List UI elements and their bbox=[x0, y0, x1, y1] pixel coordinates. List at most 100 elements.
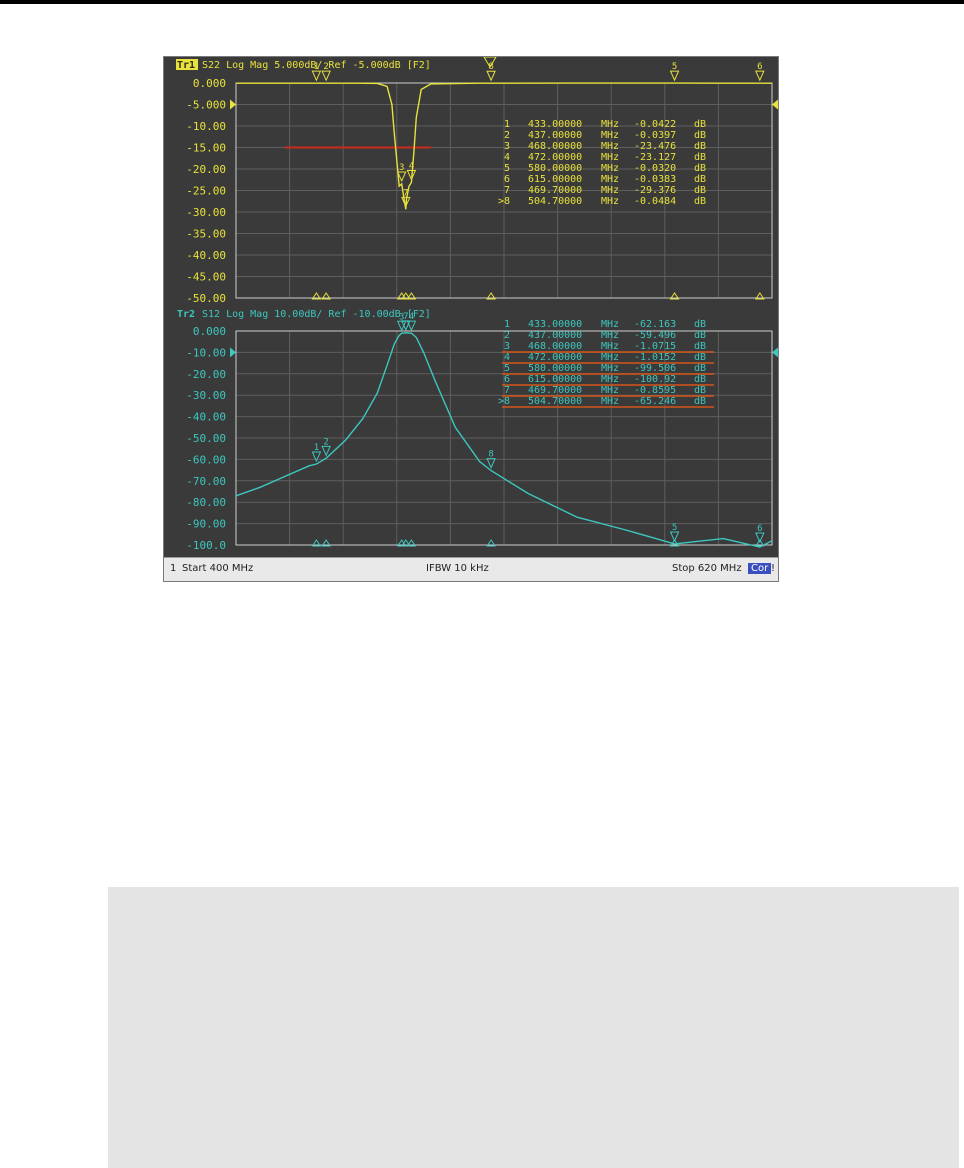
marker-table-index: >8 bbox=[498, 196, 510, 207]
marker-table-unit: MHz bbox=[601, 319, 619, 330]
reference-right-marker bbox=[772, 99, 778, 110]
marker-table-unit: MHz bbox=[601, 374, 619, 385]
marker-point-triangle bbox=[321, 445, 331, 457]
marker-table-index: 6 bbox=[504, 174, 510, 185]
stop-frequency[interactable]: Stop 620 MHz bbox=[672, 563, 742, 574]
marker-point-label: 6 bbox=[757, 524, 762, 534]
marker-table-frequency: 468.00000 bbox=[528, 141, 582, 152]
marker-table-unit: MHz bbox=[601, 363, 619, 374]
marker-table-value: -0.0397 bbox=[634, 130, 676, 141]
marker-table-frequency: 504.70000 bbox=[528, 396, 582, 407]
marker-table-index: 2 bbox=[504, 330, 510, 341]
marker-table-unit: MHz bbox=[601, 141, 619, 152]
y-tick-label: -90.00 bbox=[186, 518, 226, 531]
start-frequency[interactable]: Start 400 MHz bbox=[182, 563, 253, 574]
y-tick-label: -20.00 bbox=[186, 163, 226, 176]
y-tick-label: 0.000 bbox=[193, 325, 226, 338]
marker-table-value-unit: dB bbox=[694, 363, 706, 374]
y-tick-label: -50.00 bbox=[186, 292, 226, 305]
marker-point-label: 5 bbox=[672, 62, 677, 72]
marker-table-value-unit: dB bbox=[694, 130, 706, 141]
y-tick-label: -35.00 bbox=[186, 228, 226, 241]
note-box bbox=[108, 887, 959, 1168]
marker-point-triangle bbox=[486, 70, 496, 82]
marker-table-frequency: 468.00000 bbox=[528, 341, 582, 352]
marker-point-label: 8 bbox=[488, 62, 493, 72]
marker-table-index: 1 bbox=[504, 119, 510, 130]
vna-screen: 0.000 -5.000 -10.00 -15.00 -20.00 -25.00 -30.0… bbox=[163, 56, 779, 582]
marker-table-value: -23.127 bbox=[634, 152, 676, 163]
marker-table-unit: MHz bbox=[601, 330, 619, 341]
marker-table-index: 3 bbox=[504, 341, 510, 352]
marker-table-unit: MHz bbox=[601, 119, 619, 130]
marker-table-unit: MHz bbox=[601, 163, 619, 174]
marker-table-value-unit: dB bbox=[694, 374, 706, 385]
correction-badge[interactable]: Cor bbox=[748, 563, 772, 574]
marker-table-value-unit: dB bbox=[694, 385, 706, 396]
marker-table-frequency: 437.00000 bbox=[528, 130, 582, 141]
marker-table-unit: MHz bbox=[601, 185, 619, 196]
marker-table-value-unit: dB bbox=[694, 396, 706, 407]
marker-point-label: 7 bbox=[403, 188, 408, 198]
marker-table-value: -23.476 bbox=[634, 141, 676, 152]
marker-table-frequency: 469.70000 bbox=[528, 185, 582, 196]
marker-table-index: 2 bbox=[504, 130, 510, 141]
marker-table-value: -62.163 bbox=[634, 319, 676, 330]
marker-table-value: -0.8595 bbox=[634, 385, 676, 396]
y-tick-label: -30.00 bbox=[186, 206, 226, 219]
y-tick-label: -25.00 bbox=[186, 185, 226, 198]
marker-point-label: 5 bbox=[672, 523, 677, 533]
marker-table-value-unit: dB bbox=[694, 352, 706, 363]
marker-point-label: 2 bbox=[323, 62, 328, 72]
y-tick-label: -60.00 bbox=[186, 453, 226, 466]
marker-table-value-unit: dB bbox=[694, 152, 706, 163]
marker-table-index: 7 bbox=[504, 185, 510, 196]
marker-table-unit: MHz bbox=[601, 396, 619, 407]
marker-table-value: -0.0484 bbox=[634, 196, 676, 207]
marker-table-frequency: 615.00000 bbox=[528, 374, 582, 385]
ifbw-setting[interactable]: IFBW 10 kHz bbox=[426, 563, 489, 574]
marker-table-frequency: 472.00000 bbox=[528, 352, 582, 363]
marker-table-value: -1.0152 bbox=[634, 352, 676, 363]
marker-table-value: -59.496 bbox=[634, 330, 676, 341]
y-tick-label: -10.00 bbox=[186, 120, 226, 133]
marker-table-index: >8 bbox=[498, 396, 510, 407]
marker-table-unit: MHz bbox=[601, 352, 619, 363]
marker-table-index: 4 bbox=[504, 352, 510, 363]
marker-table-index: 6 bbox=[504, 374, 510, 385]
y-tick-label: -40.00 bbox=[186, 411, 226, 424]
marker-table-index: 4 bbox=[504, 152, 510, 163]
marker-table-value: -0.0383 bbox=[634, 174, 676, 185]
reference-left-marker bbox=[230, 99, 236, 110]
marker-table-unit: MHz bbox=[601, 152, 619, 163]
y-tick-label: 0.000 bbox=[193, 77, 226, 90]
marker-table-unit: MHz bbox=[601, 341, 619, 352]
top-rule bbox=[0, 0, 964, 4]
marker-table-unit: MHz bbox=[601, 385, 619, 396]
status-bar: 1 Start 400 MHz IFBW 10 kHz Stop 620 MHz… bbox=[164, 557, 778, 581]
trace-tag: Tr1 bbox=[177, 60, 195, 71]
marker-point-label: 1 bbox=[314, 443, 319, 453]
y-tick-label: -45.00 bbox=[186, 271, 226, 284]
y-tick-label: -50.00 bbox=[186, 432, 226, 445]
marker-table-unit: MHz bbox=[601, 130, 619, 141]
marker-table-frequency: 615.00000 bbox=[528, 174, 582, 185]
marker-table-value: -65.246 bbox=[634, 396, 676, 407]
marker-table-value: -1.0715 bbox=[634, 341, 676, 352]
y-tick-label: -40.00 bbox=[186, 249, 226, 262]
reference-left-marker bbox=[230, 347, 236, 358]
marker-table-value-unit: dB bbox=[694, 330, 706, 341]
marker-table-value: -0.0422 bbox=[634, 119, 676, 130]
marker-table-index: 5 bbox=[504, 163, 510, 174]
marker-table-frequency: 433.00000 bbox=[528, 319, 582, 330]
y-tick-label: -100.0 bbox=[186, 539, 226, 552]
marker-table-value-unit: dB bbox=[694, 319, 706, 330]
status-end-mark: ! bbox=[771, 563, 776, 574]
marker-point-label: 2 bbox=[323, 437, 328, 447]
marker-table-value: -0.0320 bbox=[634, 163, 676, 174]
marker-table-value: -99.506 bbox=[634, 363, 676, 374]
marker-table-frequency: 469.70000 bbox=[528, 385, 582, 396]
y-tick-label: -20.00 bbox=[186, 368, 226, 381]
marker-table-frequency: 504.70000 bbox=[528, 196, 582, 207]
marker-point-label: 7 bbox=[403, 312, 408, 322]
